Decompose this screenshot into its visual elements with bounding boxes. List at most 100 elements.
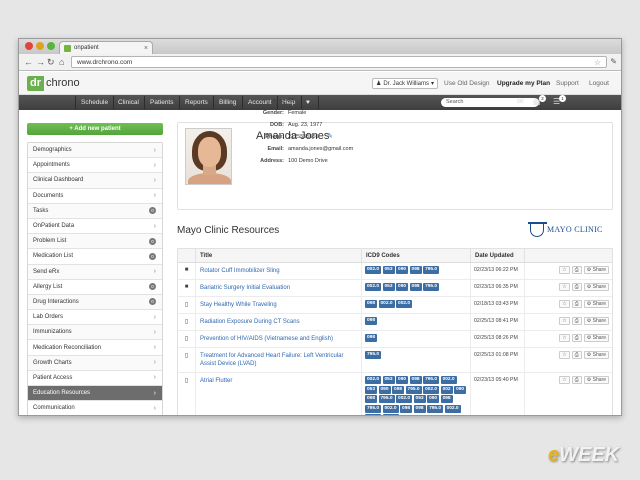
search-input[interactable]: Search [441,98,539,107]
sidebar-item[interactable]: Communication › [28,401,162,415]
print-icon[interactable]: ⎙ [571,266,582,274]
tab-close-icon[interactable]: × [144,45,148,52]
inbox-badge: 2 [539,95,546,102]
add-new-patient-button[interactable]: + Add new patient [27,123,163,135]
sidebar-item[interactable]: Medication Reconciliation › [28,340,162,356]
reload-icon[interactable]: ↻ [47,57,55,67]
support-link[interactable]: Support [556,80,579,87]
table-row: ▯ Radiation Exposure During CT Scans 098 02… [178,314,612,331]
favorite-star-icon[interactable]: ☆ [559,266,570,274]
share-button[interactable]: ⚙ Share [583,317,609,325]
resource-title-link[interactable]: Rotator Cuff Immobilizer Sling [196,263,362,279]
icd9-codes: 098 [362,331,471,347]
tasks-badge: 1 [559,95,566,102]
sidebar-item[interactable]: Tasks 0 [28,203,162,219]
share-button[interactable]: ⚙ Share [583,266,609,274]
back-icon[interactable]: ← [24,57,33,67]
date-updated: 02/25/13 08:26 PM [471,331,525,347]
icd9-code-badge: 002.0 [396,300,413,308]
upgrade-plan-link[interactable]: Upgrade my Plan [497,80,550,87]
share-button[interactable]: ⚙ Share [583,300,609,308]
icd9-code-badge: 002.0 [365,414,382,415]
share-button[interactable]: ⚙ Share [583,334,609,342]
heart-icon[interactable]: ♥ [306,99,310,106]
sidebar-item[interactable]: Clinical Dashboard › [28,173,162,189]
sidebar-item[interactable]: Immunizations › [28,325,162,341]
sidebar-item[interactable]: Problem List 0 [28,234,162,250]
sidebar-item-label: Clinical Dashboard [33,177,84,184]
favorite-star-icon[interactable]: ☆ [559,376,570,384]
share-label: Share [592,377,606,383]
sidebar-item-label: Growth Charts [33,359,72,366]
print-icon[interactable]: ⎙ [571,334,582,342]
share-button[interactable]: ⚙ Share [583,376,609,384]
nav-schedule[interactable]: Schedule [81,99,108,106]
forward-icon[interactable]: → [36,57,45,67]
sidebar-item[interactable]: Allergy List 0 [28,279,162,295]
user-menu-button[interactable]: ♟ Dr. Jack Williams ▾ [372,78,438,89]
sidebar-item[interactable]: Demographics › [28,143,162,159]
chat-icon[interactable]: ✉ [517,97,524,106]
icd9-code-badge: 098 [409,266,422,274]
home-icon[interactable]: ⌂ [59,57,64,67]
print-icon[interactable]: ⎙ [571,317,582,325]
resource-title-link[interactable]: Radiation Exposure During CT Scans [196,314,362,330]
sidebar-item[interactable]: OnPatient Data › [28,218,162,235]
sidebar-item[interactable]: Growth Charts › [28,355,162,371]
icd9-code-badge: 098 [365,317,378,325]
close-window-icon[interactable] [25,42,33,50]
col-title[interactable]: Title [196,249,362,262]
sidebar-item[interactable]: Medication List 0 [28,249,162,265]
favorite-star-icon[interactable]: ☆ [559,351,570,359]
nav-billing[interactable]: Billing [219,99,236,106]
col-icd9[interactable]: ICD9 Codes [362,249,471,262]
resource-title-link[interactable]: Prevention of HIV/AIDS (Vietnamese and E… [196,331,362,347]
sidebar-item[interactable]: Appointments › [28,158,162,174]
patient-field: Age: 35 [242,98,294,104]
nav-reports[interactable]: Reports [185,99,208,106]
share-button[interactable]: ⚙ Share [583,283,609,291]
print-icon[interactable]: ⎙ [571,376,582,384]
icd9-code-badge: 053 [382,266,395,274]
sidebar-item[interactable]: Patient Access › [28,370,162,386]
icd9-code-badge: 098 [392,385,405,394]
favorite-star-icon[interactable]: ☆ [559,283,570,291]
resource-title-link[interactable]: Bariatric Surgery Initial Evaluation [196,280,362,296]
resources-table: Title ICD9 Codes Date Updated ■ Rotator C… [177,248,613,415]
use-old-design-link[interactable]: Use Old Design [444,80,490,87]
browser-tab[interactable]: onpatient × [59,41,153,54]
bookmark-star-icon[interactable]: ☆ [594,58,601,67]
drchrono-logo[interactable]: dr chrono [27,76,82,91]
mayo-shield-icon [528,222,547,237]
minimize-window-icon[interactable] [36,42,44,50]
url-input[interactable]: www.drchrono.com ☆ [71,56,607,68]
maximize-window-icon[interactable] [47,42,55,50]
document-icon: ▯ [178,373,196,415]
sidebar-item[interactable]: Lab Orders › [28,310,162,326]
edit-icon[interactable]: ✎ [327,132,333,140]
nav-patients[interactable]: Patients [150,99,174,106]
print-icon[interactable]: ⎙ [571,283,582,291]
icd9-code-badge: 098 [365,300,378,308]
print-icon[interactable]: ⎙ [571,300,582,308]
col-date[interactable]: Date Updated [471,249,525,262]
logo-dr: dr [27,76,44,91]
nav-clinical[interactable]: Clinical [118,99,139,106]
print-icon[interactable]: ⎙ [571,351,582,359]
favorite-star-icon[interactable]: ☆ [559,300,570,308]
icd9-code-badge: 002.0 [365,376,382,384]
sidebar-item[interactable]: Drug Interactions 0 [28,294,162,311]
sidebar-item[interactable]: Education Resources › [28,386,162,402]
icd9-code-badge: 795.0 [423,283,440,291]
icd9-codes: 795.0 [362,348,471,372]
favorite-star-icon[interactable]: ☆ [559,334,570,342]
resource-title-link[interactable]: Atrial Flutter [196,373,362,415]
resource-title-link[interactable]: Treatment for Advanced Heart Failure: Le… [196,348,362,372]
sidebar-item[interactable]: Documents › [28,188,162,204]
wrench-icon[interactable]: ✎ [610,57,617,66]
favorite-star-icon[interactable]: ☆ [559,317,570,325]
share-button[interactable]: ⚙ Share [583,351,609,359]
logout-link[interactable]: Logout [589,80,609,87]
sidebar-item[interactable]: Send eRx › [28,264,162,280]
resource-title-link[interactable]: Stay Healthy While Traveling [196,297,362,313]
